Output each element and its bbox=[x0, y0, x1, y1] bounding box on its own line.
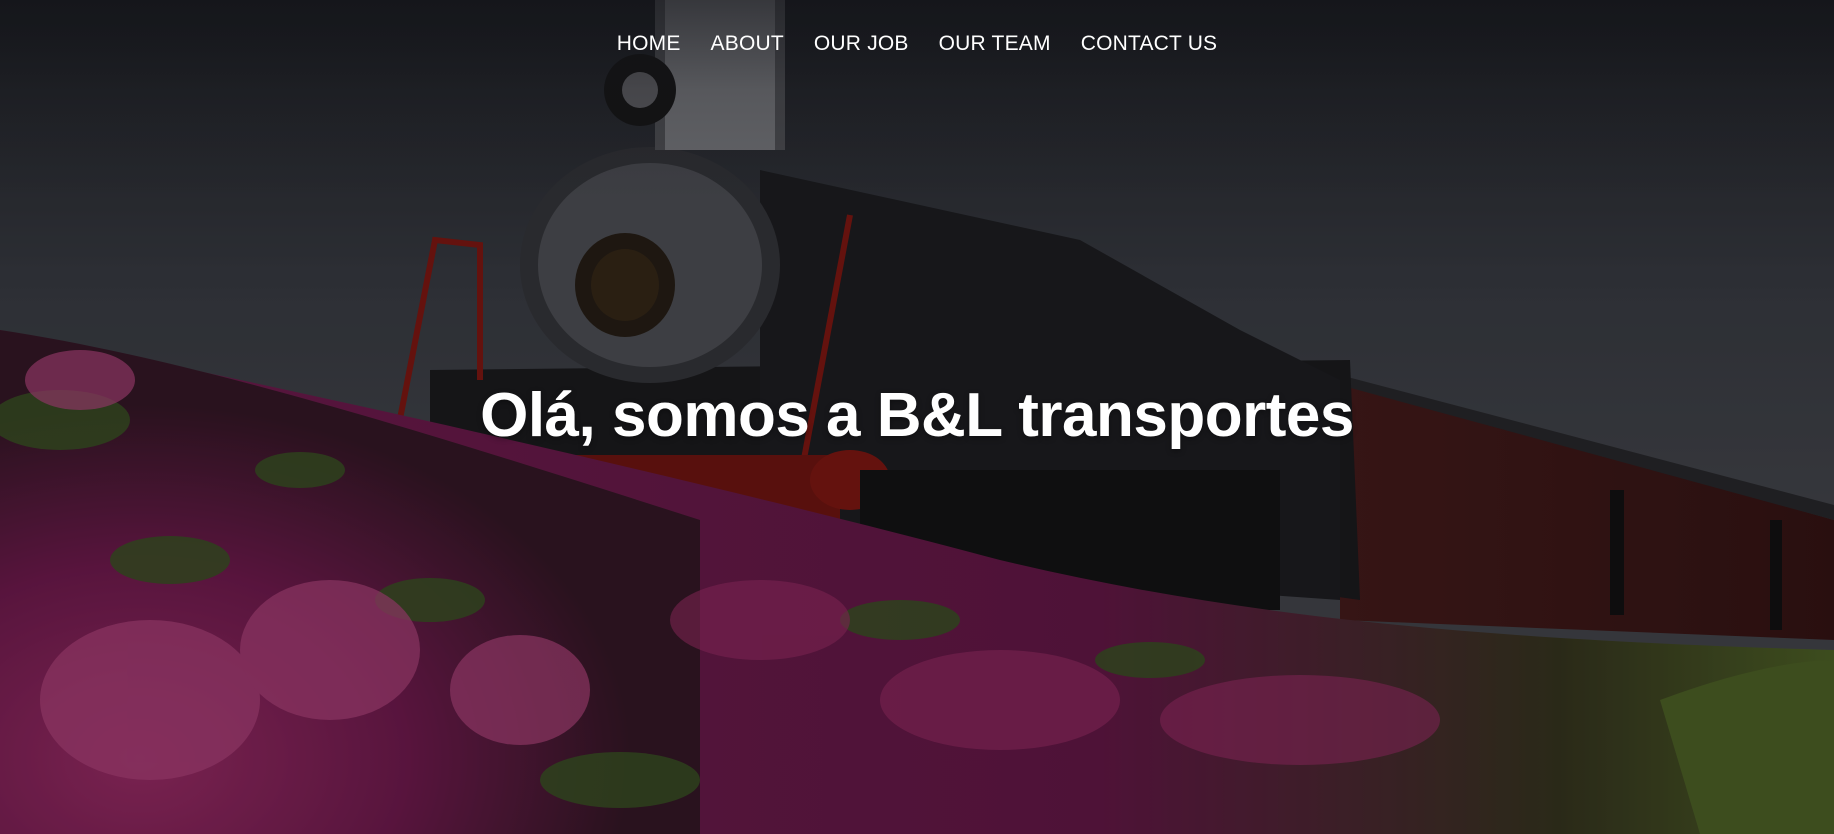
nav-link-our-team[interactable]: OUR TEAM bbox=[924, 30, 1066, 58]
nav-link-contact-us[interactable]: CONTACT US bbox=[1066, 30, 1233, 58]
nav-link-about[interactable]: ABOUT bbox=[696, 30, 799, 58]
hero-section: HOME ABOUT OUR JOB OUR TEAM CONTACT US O… bbox=[0, 0, 1834, 834]
nav-link-home[interactable]: HOME bbox=[602, 30, 696, 58]
nav-link-our-job[interactable]: OUR JOB bbox=[799, 30, 924, 58]
main-navigation: HOME ABOUT OUR JOB OUR TEAM CONTACT US bbox=[0, 30, 1834, 58]
hero-headline: Olá, somos a B&L transportes bbox=[480, 381, 1354, 450]
